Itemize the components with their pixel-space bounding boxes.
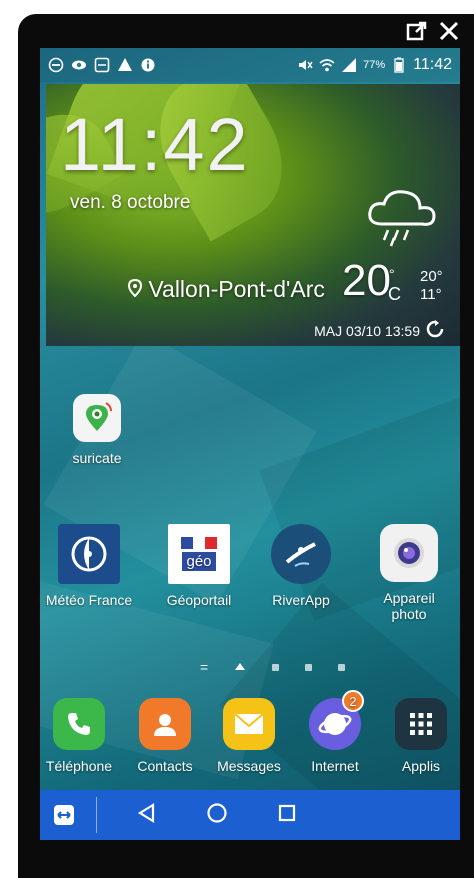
nav-divider <box>96 797 97 833</box>
window-controls <box>406 20 460 48</box>
suricate-app-icon <box>73 394 121 442</box>
recents-button[interactable] <box>259 795 315 835</box>
app-label: Météo France <box>45 592 133 608</box>
signal-icon <box>341 57 357 73</box>
apps-grid-icon <box>395 698 447 750</box>
last-update: MAJ 03/10 13:59 <box>314 320 444 341</box>
app-label: Contacts <box>137 758 193 774</box>
app-meteo-france[interactable]: Météo France <box>44 524 134 608</box>
app-label: Téléphone <box>45 758 113 774</box>
app-label: Géoportail <box>166 592 232 608</box>
app-camera[interactable]: Appareil photo <box>364 524 454 622</box>
geoportail-icon: géo <box>168 524 230 584</box>
degree-symbol: ° <box>389 266 395 282</box>
riverapp-icon <box>271 524 331 584</box>
home-page-marker[interactable]: = <box>200 660 208 674</box>
dock-phone[interactable]: Téléphone <box>40 698 124 774</box>
widget-clock: 11:42 <box>60 103 250 186</box>
navigation-bar <box>40 790 460 840</box>
location-row: Vallon-Pont-d'Arc <box>127 276 325 303</box>
app-geoportail[interactable]: géo Géoportail <box>154 524 244 608</box>
warning-icon <box>117 57 133 73</box>
screen-mirror-button[interactable] <box>40 795 88 835</box>
app-label: Applis <box>401 758 441 774</box>
current-temperature: 20 <box>342 256 391 305</box>
dock-contacts[interactable]: Contacts <box>120 698 210 774</box>
contacts-icon <box>139 698 191 750</box>
notification-badge: 2 <box>342 690 364 712</box>
page-dot[interactable] <box>305 663 313 671</box>
widget-date: ven. 8 octobre <box>70 192 191 213</box>
status-bar: 77% 11:42 <box>40 48 460 82</box>
refresh-icon[interactable] <box>426 320 444 341</box>
do-not-disturb-icon <box>48 57 64 73</box>
page-dot-active[interactable] <box>234 658 246 676</box>
status-time: 11:42 <box>413 56 452 73</box>
page-dot[interactable] <box>338 663 346 671</box>
app-suricate[interactable]: suricate <box>52 394 142 466</box>
home-screen: 77% 11:42 11:42 ven. 8 octobre Vallon-Po… <box>40 48 460 840</box>
temperature-unit: C <box>388 284 401 304</box>
phone-icon <box>53 698 105 750</box>
app-label: Messages <box>217 758 281 774</box>
close-icon[interactable] <box>438 20 460 48</box>
phone-frame: 77% 11:42 11:42 ven. 8 octobre Vallon-Po… <box>18 14 474 878</box>
dock-messages[interactable]: Messages <box>204 698 294 774</box>
high-temperature: 20° <box>420 268 443 285</box>
wifi-icon <box>319 57 335 73</box>
low-temperature: 11° <box>420 286 442 303</box>
weather-clock-widget[interactable]: 11:42 ven. 8 octobre Vallon-Pont-d'Arc 2… <box>46 84 460 346</box>
battery-icon <box>391 57 407 73</box>
location-name: Vallon-Pont-d'Arc <box>148 276 325 302</box>
messages-icon <box>223 698 275 750</box>
app-riverapp[interactable]: RiverApp <box>256 524 346 608</box>
update-time: MAJ 03/10 13:59 <box>314 322 420 339</box>
info-icon <box>140 57 156 73</box>
screen-share-icon <box>94 57 110 73</box>
app-label: Appareil photo <box>383 590 435 622</box>
dock-apps[interactable]: Applis <box>376 698 460 774</box>
back-button[interactable] <box>119 795 175 835</box>
dock-internet[interactable]: 2 Internet <box>290 690 380 774</box>
recents-square-icon <box>277 803 297 828</box>
home-circle-icon <box>206 802 228 829</box>
home-button[interactable] <box>189 795 245 835</box>
battery-percent: 77% <box>363 59 386 71</box>
rain-cloud-icon <box>364 184 440 253</box>
mute-icon <box>297 57 313 73</box>
page-dot[interactable] <box>272 663 280 671</box>
app-label: Internet <box>311 758 359 774</box>
meteo-france-icon <box>58 524 120 584</box>
back-icon <box>136 802 158 829</box>
app-label: RiverApp <box>272 592 330 608</box>
eye-icon <box>71 57 87 73</box>
popout-icon[interactable] <box>406 20 428 48</box>
app-label: suricate <box>72 450 122 466</box>
camera-icon <box>380 524 438 582</box>
page-indicator: = <box>200 658 346 676</box>
location-pin-icon <box>127 276 143 302</box>
